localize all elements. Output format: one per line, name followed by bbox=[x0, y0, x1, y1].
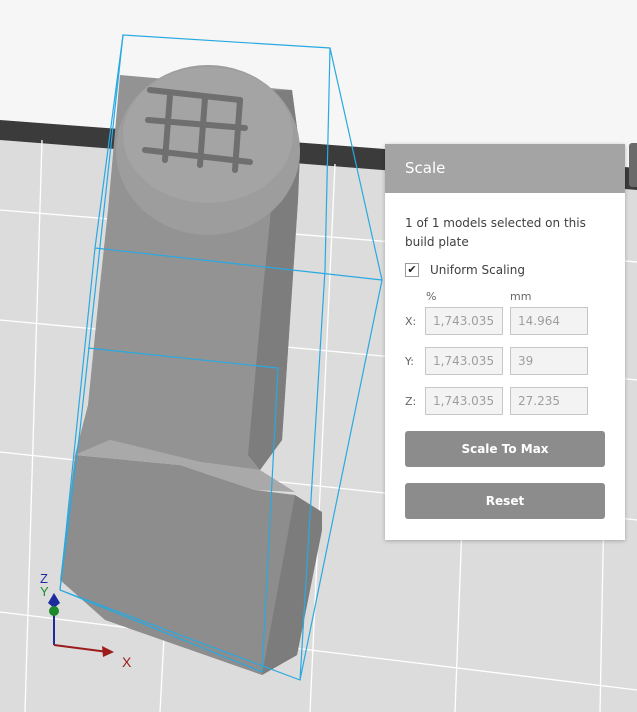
y-percent-input[interactable]: 1,743.035 bbox=[425, 347, 503, 375]
y-axis-label: Y bbox=[40, 584, 49, 599]
uniform-scaling-row[interactable]: ✔ Uniform Scaling bbox=[405, 261, 525, 279]
x-percent-input[interactable]: 1,743.035 bbox=[425, 307, 503, 335]
z-mm-input[interactable]: 27.235 bbox=[510, 387, 588, 415]
uniform-scaling-label: Uniform Scaling bbox=[430, 263, 525, 277]
uniform-scaling-checkbox[interactable]: ✔ bbox=[405, 263, 419, 277]
x-axis-label: X bbox=[122, 654, 132, 670]
x-axis-row-label: X: bbox=[405, 315, 417, 328]
percent-column-header: % bbox=[426, 290, 437, 303]
mm-column-header: mm bbox=[510, 290, 532, 303]
adjacent-panel-tab[interactable] bbox=[629, 143, 637, 187]
z-axis-row-label: Z: bbox=[405, 395, 417, 408]
reset-button[interactable]: Reset bbox=[405, 483, 605, 519]
y-axis-row-label: Y: bbox=[405, 355, 414, 368]
scale-to-max-button[interactable]: Scale To Max bbox=[405, 431, 605, 467]
selection-info-text: 1 of 1 models selected on this build pla… bbox=[405, 216, 586, 249]
panel-title: Scale bbox=[385, 144, 625, 193]
x-mm-input[interactable]: 14.964 bbox=[510, 307, 588, 335]
y-mm-input[interactable]: 39 bbox=[510, 347, 588, 375]
y-axis-dot bbox=[49, 606, 59, 616]
scale-panel: Scale 1 of 1 models selected on this bui… bbox=[385, 144, 625, 540]
z-percent-input[interactable]: 1,743.035 bbox=[425, 387, 503, 415]
